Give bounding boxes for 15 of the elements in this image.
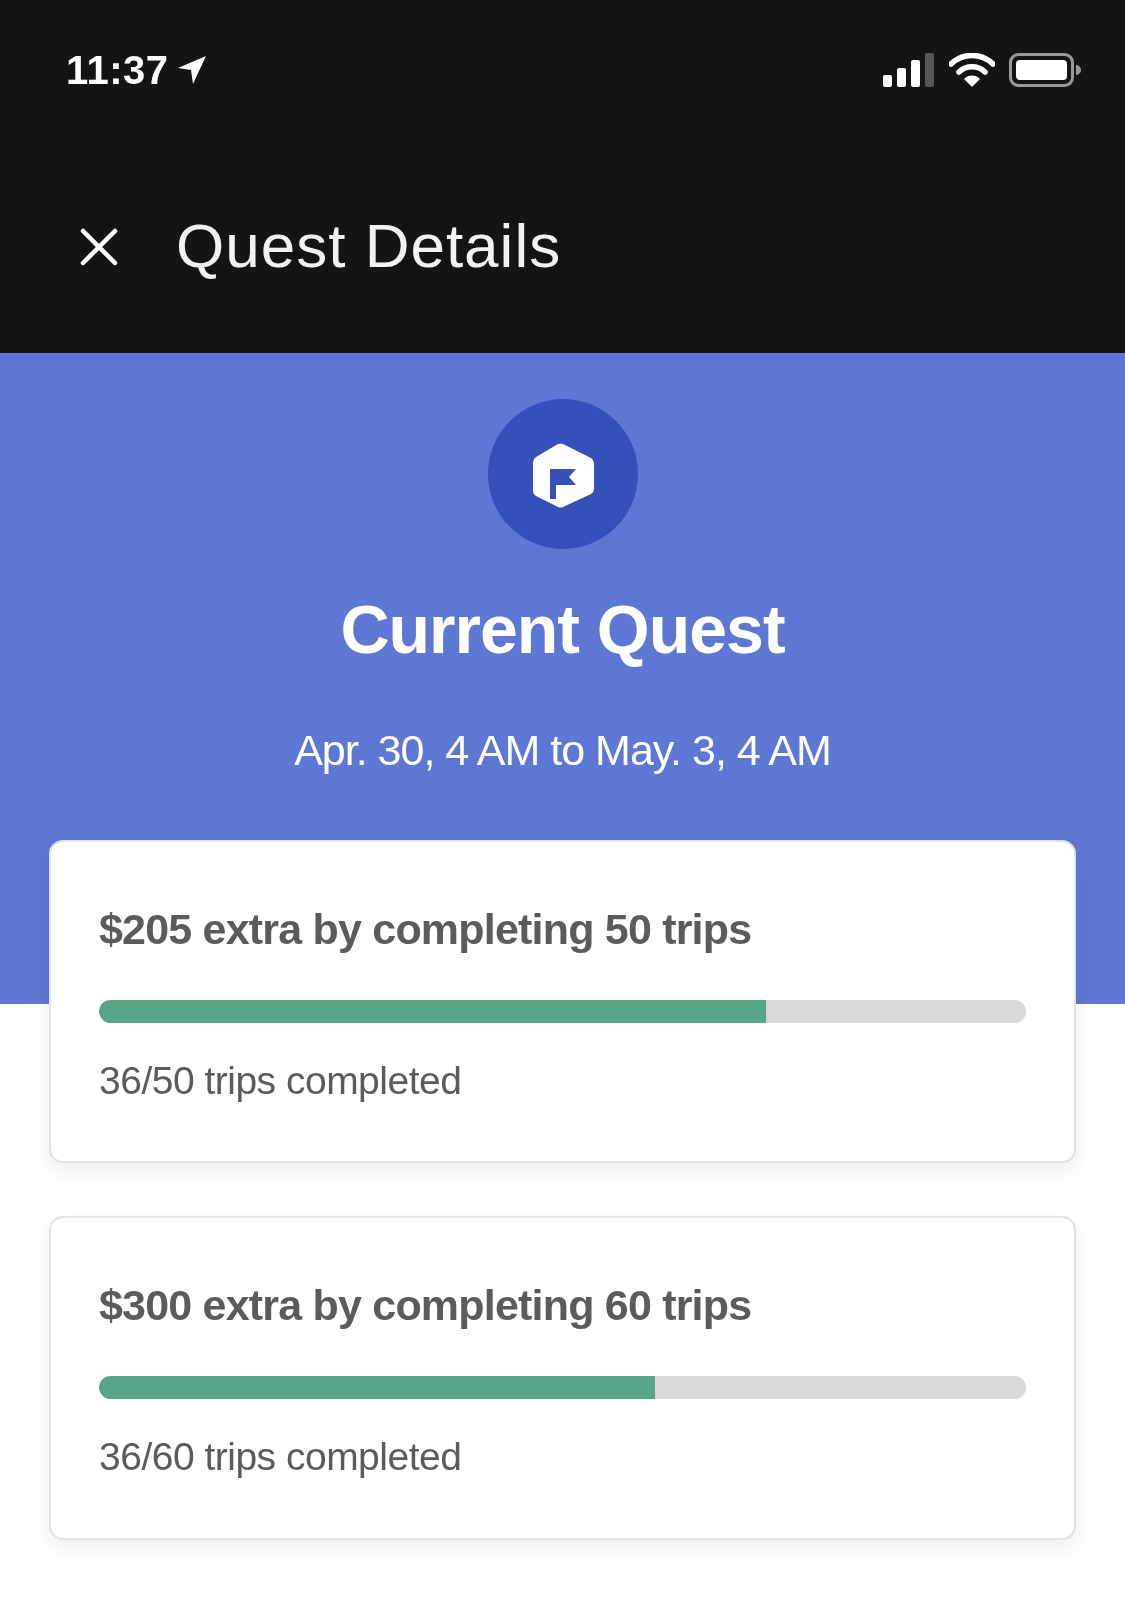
date-range: Apr. 30, 4 AM to May. 3, 4 AM <box>294 725 831 776</box>
wifi-icon <box>949 53 995 87</box>
close-icon <box>80 227 118 266</box>
status-time: 11:37 <box>66 50 169 90</box>
location-arrow-icon <box>176 55 207 85</box>
progress-text: 36/60 trips completed <box>99 1434 463 1481</box>
battery-icon <box>1009 53 1081 87</box>
quest-goal: $300 extra by completing 60 trips <box>99 1280 753 1332</box>
quest-heading: Current Quest <box>340 590 785 669</box>
page-title: Quest Details <box>176 210 562 283</box>
progress-text: 36/50 trips completed <box>99 1057 463 1104</box>
signal-icon <box>883 53 935 87</box>
flag-badge-icon <box>487 399 638 549</box>
close-button[interactable] <box>80 227 118 266</box>
quest-goal: $205 extra by completing 50 trips <box>99 903 753 955</box>
